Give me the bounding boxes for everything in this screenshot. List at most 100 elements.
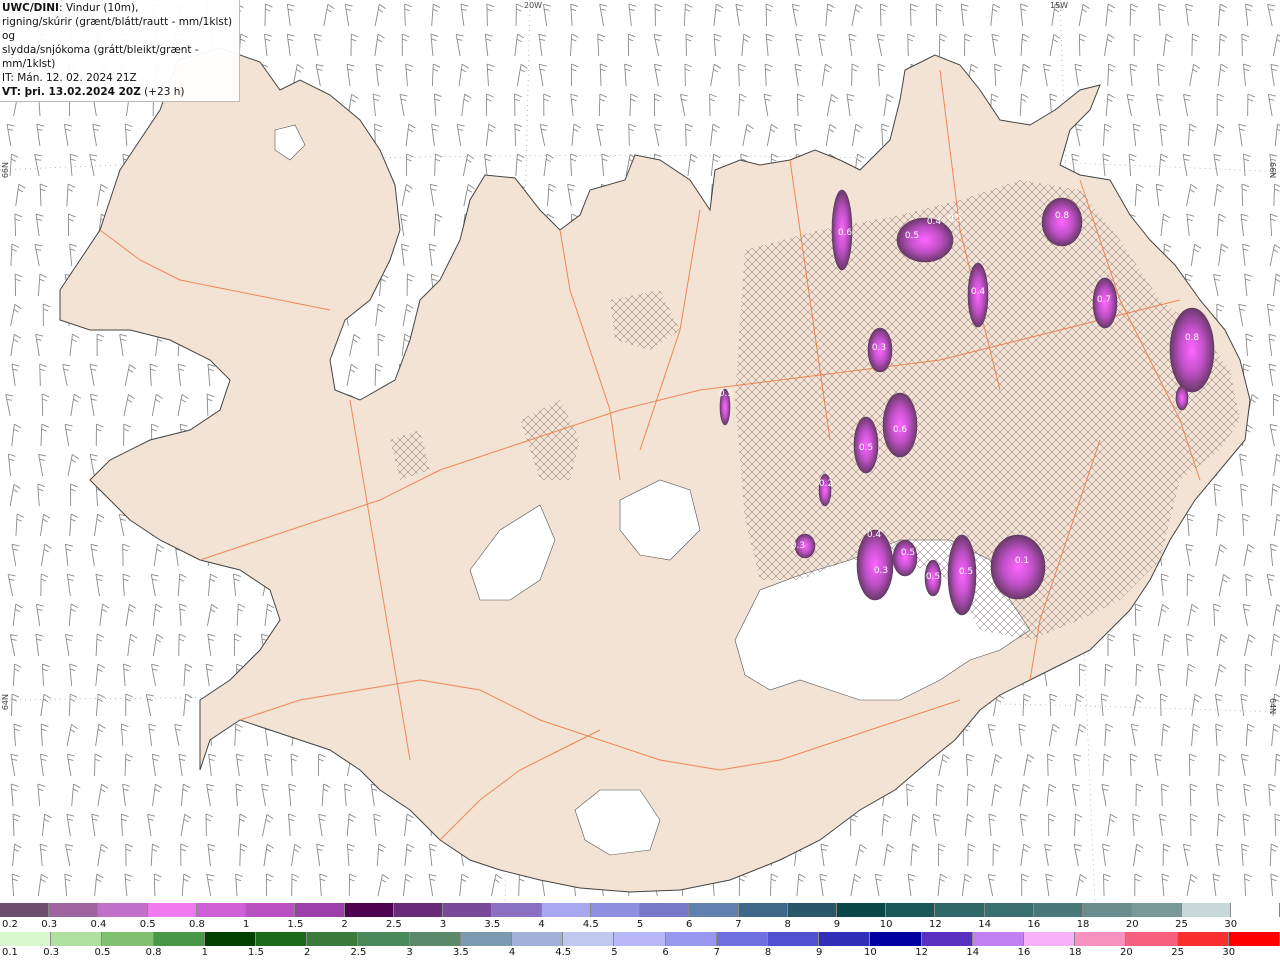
precip-value-label: 0.4 — [927, 217, 942, 227]
colorbar-label: 0.8 — [145, 947, 162, 958]
colorbar-swatch — [590, 903, 641, 917]
colorbar-swatch — [819, 932, 871, 946]
colorbar-swatch — [51, 932, 103, 946]
precip-value-label: 0.2 — [819, 479, 833, 489]
precip-value-label: 0.3 — [874, 566, 888, 576]
precip-value-label: 0.5 — [948, 214, 962, 224]
precip-value-label: 0.6 — [838, 228, 853, 238]
colorbar-swatch — [665, 932, 717, 946]
precip-value-label: 0.8 — [1185, 333, 1200, 343]
colorbar-swatch — [409, 932, 461, 946]
colorbar-label: 30 — [1224, 919, 1238, 930]
colorbar-swatch — [295, 903, 345, 917]
colorbar-swatch — [358, 932, 410, 946]
colorbar-label: 1.5 — [248, 947, 264, 958]
colorbar-swatch — [716, 932, 769, 946]
rain-colorbar — [0, 932, 1280, 946]
colorbar-swatch — [1075, 932, 1127, 946]
colorbar-label: 12 — [915, 947, 928, 958]
colorbar-swatch — [344, 903, 394, 917]
product-desc-1: : Vindur (10m), — [58, 2, 139, 14]
colorbar-swatch — [886, 903, 936, 917]
lat-label-64n-left: 64N — [1, 694, 10, 711]
colorbar-swatch — [1024, 932, 1076, 946]
colorbar-swatch — [1177, 932, 1229, 946]
colorbar-label: 20 — [1125, 919, 1139, 930]
lon-label-15w: 15W — [1050, 1, 1069, 10]
colorbar-swatch — [153, 932, 205, 946]
colorbar-swatch — [972, 932, 1025, 946]
colorbar-swatch — [196, 903, 247, 917]
colorbar-label: 3.5 — [452, 947, 469, 958]
weather-map: 0.5 0.4 0.6 0.8 0.5 0.3 0.4 0.7 0.8 0.3 0.5 0.6 0.5 0… — [0, 0, 1280, 902]
colorbar-label: 3 — [439, 919, 447, 930]
colorbar-swatch — [787, 903, 837, 917]
precip-value-label: 0.5 — [859, 443, 873, 453]
colorbar-label: 30 — [1222, 947, 1236, 958]
colorbar-swatch — [1230, 903, 1280, 917]
colorbar-label: 0.1 — [2, 947, 18, 958]
colorbar-label: 0.4 — [90, 919, 107, 930]
colorbar-label: 2.5 — [385, 919, 402, 930]
colorbar-swatch — [689, 903, 739, 917]
colorbar-label: 0.3 — [43, 947, 60, 958]
snow-colorbar — [0, 903, 1280, 917]
colorbar-label: 4 — [508, 947, 516, 958]
precip-value-label: 0.6 — [893, 425, 908, 435]
colorbar-swatch — [1126, 932, 1178, 946]
colorbar-label: 2 — [341, 919, 348, 930]
colorbar-label: 14 — [978, 919, 991, 930]
colorbar-label: 10 — [879, 919, 893, 930]
colorbar-label: 1 — [242, 919, 250, 930]
precip-value-label: 0.1 — [1015, 556, 1029, 566]
colorbar-label: 25 — [1175, 919, 1188, 930]
colorbar-label: 7 — [713, 947, 720, 958]
colorbar-label: 12 — [929, 919, 942, 930]
colorbar-label: 8 — [764, 947, 772, 958]
colorbar-label: 0.2 — [2, 919, 18, 930]
colorbar-label: 8 — [784, 919, 791, 930]
colorbar-label: 2.5 — [350, 947, 367, 958]
colorbar-label: 18 — [1076, 919, 1090, 930]
colorbar-label: 3.5 — [484, 919, 501, 930]
precip-value-label: 0.5 — [901, 548, 915, 558]
colorbar-swatch — [1181, 903, 1231, 917]
colorbar-label: 4.5 — [555, 947, 572, 958]
colorbar-swatch — [1033, 903, 1084, 917]
colorbar-label: 0.5 — [139, 919, 156, 930]
colorbar-swatch — [768, 932, 820, 946]
colorbar-swatch — [307, 932, 359, 946]
precip-value-label: 0.5 — [959, 567, 973, 577]
colorbar-label: 2 — [304, 947, 311, 958]
colorbar-swatch — [492, 903, 542, 917]
colorbar-swatch — [870, 932, 922, 946]
colorbar-swatch — [1083, 903, 1133, 917]
colorbar-swatch — [640, 903, 690, 917]
precip-value-label: 0.8 — [1055, 211, 1070, 221]
colorbar-label: 3 — [406, 947, 413, 958]
colorbar-swatch — [921, 932, 973, 946]
colorbar-label: 18 — [1068, 947, 1082, 958]
colorbar-swatch — [204, 932, 257, 946]
colorbar-label: 14 — [966, 947, 980, 958]
colorbar-swatch — [460, 932, 513, 946]
colorbar-swatch — [256, 932, 308, 946]
precip-value-label: 0.3 — [872, 343, 886, 353]
colorbar-label: 7 — [735, 919, 742, 930]
colorbar-swatch — [0, 903, 50, 917]
colorbar-label: 5 — [636, 919, 644, 930]
colorbar-swatch — [738, 903, 788, 917]
precip-value-label: 0.3 — [791, 541, 805, 551]
colorbar-label: 16 — [1017, 947, 1031, 958]
lat-label-66n-right: 66N — [1268, 162, 1277, 179]
colorbar-swatch — [0, 932, 52, 946]
precip-value-label: 0.5 — [905, 231, 919, 241]
colorbar-swatch — [98, 903, 148, 917]
colorbar-swatch — [1228, 932, 1280, 946]
colorbar-swatch — [984, 903, 1034, 917]
colorbar-label: 1 — [201, 947, 208, 958]
product-desc-3: slydda/snjókoma (grátt/bleikt/grænt - mm… — [2, 44, 199, 70]
colorbar-label: 5 — [611, 947, 618, 958]
map-title-box: UWC/DINI: Vindur (10m), rigning/skúrir (… — [0, 0, 240, 102]
colorbar-label: 0.3 — [41, 919, 58, 930]
